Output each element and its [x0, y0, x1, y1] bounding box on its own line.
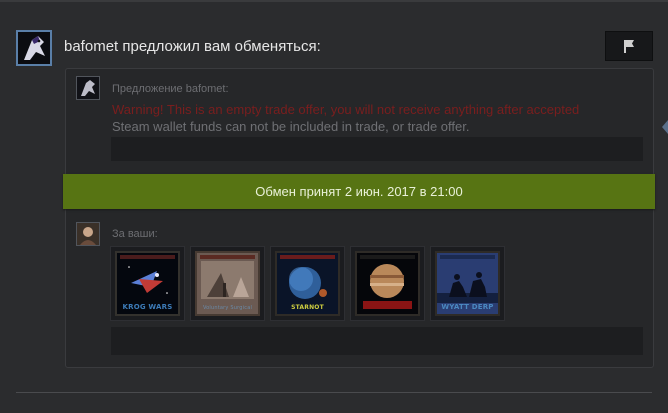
partner-avatar[interactable] [76, 76, 100, 100]
trading-card-image: WYATT DERP [435, 251, 500, 316]
trade-item[interactable]: STARNOT [270, 246, 345, 321]
avatar-image [18, 32, 50, 64]
flag-icon [624, 40, 634, 53]
wallet-note: Steam wallet funds can not be included i… [112, 119, 470, 134]
item-caption: Voluntary Surgical [202, 305, 253, 311]
trading-card-image: STARNOT [275, 251, 340, 316]
item-caption: STARNOT [291, 304, 324, 311]
offer-from-label: Предложение bafomet: [112, 83, 229, 95]
item-caption: KROG WARS [122, 303, 173, 311]
report-flag-button[interactable] [605, 31, 653, 61]
trading-card-image: Voluntary Surgical [195, 251, 260, 316]
my-avatar-image [77, 223, 99, 245]
user-avatar[interactable] [16, 30, 52, 66]
trade-item[interactable]: KROG WARS [110, 246, 185, 321]
my-items-box [111, 327, 643, 355]
trade-item[interactable]: Voluntary Surgical [190, 246, 265, 321]
trade-item[interactable] [350, 246, 425, 321]
for-yours-label: За ваши: [112, 228, 158, 240]
trade-accepted-banner: Обмен принят 2 июн. 2017 в 21:00 [63, 174, 655, 209]
trade-header-title: bafomet предложил вам обменяться: [64, 38, 321, 55]
trading-card-image: KROG WARS [115, 251, 180, 316]
bottom-divider [16, 392, 652, 393]
empty-offer-warning: Warning! This is an empty trade offer, y… [112, 102, 580, 117]
my-avatar[interactable] [76, 222, 100, 246]
side-arrow-icon[interactable] [662, 120, 668, 134]
partner-avatar-image [77, 77, 99, 99]
trade-item[interactable]: WYATT DERP [430, 246, 505, 321]
trading-card-image [355, 251, 420, 316]
top-divider [0, 0, 668, 2]
item-caption: WYATT DERP [441, 303, 494, 311]
offer-items-box [111, 137, 643, 161]
